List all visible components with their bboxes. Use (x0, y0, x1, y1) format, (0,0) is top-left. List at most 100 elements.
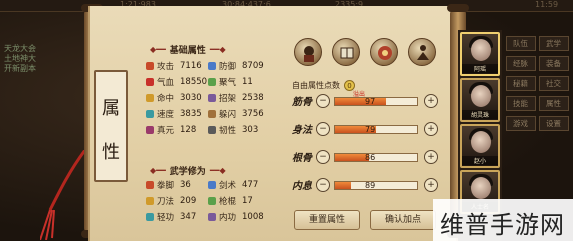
swirl-icon (378, 46, 392, 60)
stat-row: 韧性 303 (208, 123, 258, 137)
quest-item[interactable]: 天龙大会 (0, 44, 86, 54)
attr-plus-button[interactable]: + (424, 150, 438, 164)
stat-row: 躲闪 3756 (208, 107, 264, 121)
stat-label: 气血 (157, 78, 175, 88)
stat-label: 韧性 (219, 126, 237, 136)
portrait-face-icon (471, 39, 491, 61)
martial-icon (146, 213, 154, 221)
stat-value: 8709 (242, 61, 264, 71)
martial-label: 内功 (219, 213, 237, 223)
martial-row: 刀法 209 (146, 194, 196, 208)
martial-row: 拳脚 36 (146, 178, 191, 192)
status-clock: 11:59 (535, 0, 559, 9)
side-menu-item[interactable]: 游戏 (506, 116, 536, 131)
equip-slot-book[interactable] (332, 38, 360, 66)
stat-label: 躲闪 (219, 110, 237, 120)
attr-minus-button[interactable]: − (316, 178, 330, 192)
side-menu-item[interactable]: 队伍 (506, 36, 536, 51)
stat-icon (208, 110, 216, 118)
portrait-face-icon (471, 85, 491, 107)
scroll-title-char: 性 (102, 142, 120, 163)
attr-value: 86 (365, 153, 376, 162)
scholar-icon (340, 47, 354, 59)
stat-value: 7116 (180, 61, 202, 71)
side-menu-item[interactable]: 设置 (539, 116, 569, 131)
quest-item[interactable]: 土地神大 (0, 54, 86, 64)
stat-row: 攻击 7116 (146, 59, 202, 73)
stat-label: 聚气 (219, 78, 237, 88)
scroll-title-char: 属 (102, 98, 120, 119)
martial-value: 209 (180, 196, 197, 206)
attr-name: 身法 (292, 125, 312, 136)
martial-label: 拳脚 (157, 181, 175, 191)
attr-plus-button[interactable]: + (424, 122, 438, 136)
character-card[interactable]: 赵小 (460, 124, 500, 168)
watermark: 维普手游网 (433, 199, 573, 241)
free-points-label: 自由属性点数 (292, 80, 340, 90)
stat-value: 2538 (242, 93, 264, 103)
equip-slot-orb[interactable] (370, 38, 398, 66)
attr-bar: 89 (334, 181, 418, 190)
stat-label: 速度 (157, 110, 175, 120)
stat-icon (146, 78, 154, 86)
stat-value: 303 (242, 125, 259, 135)
stat-row: 招架 2538 (208, 91, 264, 105)
warrior-icon (304, 46, 314, 62)
martial-value: 36 (180, 180, 191, 190)
side-menu-item[interactable]: 社交 (539, 76, 569, 91)
tassel-decoration (40, 150, 87, 240)
martial-value: 347 (180, 212, 197, 222)
stat-value: 18550 (180, 77, 208, 87)
side-menu-item[interactable]: 秘籍 (506, 76, 536, 91)
left-quest-list[interactable]: 天龙大会 土地神大 开新副本 (0, 44, 86, 84)
attr-plus-button[interactable]: + (424, 94, 438, 108)
side-menu-item[interactable]: 武学 (539, 36, 569, 51)
stat-row: 防御 8709 (208, 59, 264, 73)
martial-title: ◆━━ 武学修为 ━━◆ (150, 165, 226, 177)
attr-plus-button[interactable]: + (424, 178, 438, 192)
portrait-face-icon (471, 131, 491, 153)
confirm-points-button[interactable]: 确认加点 (370, 210, 436, 230)
attr-value: 89 (365, 181, 376, 190)
portrait-face-icon (471, 177, 491, 199)
martial-icon (146, 197, 154, 205)
stat-icon (208, 94, 216, 102)
stat-label: 招架 (219, 94, 237, 104)
stat-value: 3030 (180, 93, 202, 103)
stat-value: 128 (180, 125, 197, 135)
stat-icon (208, 62, 216, 70)
martial-value: 1008 (242, 212, 264, 222)
attribute-scroll-panel (88, 6, 458, 241)
stat-value: 3756 (242, 109, 264, 119)
free-points: 自由属性点数 0 (292, 79, 355, 91)
side-menu-item[interactable]: 经脉 (506, 56, 536, 71)
attr-minus-button[interactable]: − (316, 122, 330, 136)
attr-name: 根骨 (292, 153, 312, 164)
equip-slot-pose[interactable] (408, 38, 436, 66)
martial-value: 17 (242, 196, 253, 206)
attr-minus-button[interactable]: − (316, 150, 330, 164)
side-menu-item[interactable]: 装备 (539, 56, 569, 71)
attr-minus-button[interactable]: − (316, 94, 330, 108)
meditate-icon (417, 45, 429, 60)
attr-bar: 79 (334, 125, 418, 134)
martial-row: 剑术 477 (208, 178, 258, 192)
quest-item[interactable]: 开新副本 (0, 64, 86, 74)
stat-row: 真元 128 (146, 123, 196, 137)
stat-icon (146, 110, 154, 118)
side-menu-item[interactable]: 属性 (539, 96, 569, 111)
equip-slot-helmet[interactable] (294, 38, 322, 66)
martial-row: 枪棍 17 (208, 194, 253, 208)
character-card[interactable]: 阿瑶 (460, 32, 500, 76)
reset-attr-button[interactable]: 重置属性 (294, 210, 360, 230)
stat-icon (146, 62, 154, 70)
attr-name: 筋骨 (292, 97, 312, 108)
character-card[interactable]: 胡灵珠 (460, 78, 500, 122)
stat-icon (208, 78, 216, 86)
stat-row: 命中 3030 (146, 91, 202, 105)
stat-label: 真元 (157, 126, 175, 136)
side-menu-item[interactable]: 技能 (506, 96, 536, 111)
attr-value: 79 (365, 125, 376, 134)
attr-name: 内息 (292, 181, 312, 192)
basic-attr-title: ◆━━ 基础属性 ━━◆ (150, 44, 226, 56)
